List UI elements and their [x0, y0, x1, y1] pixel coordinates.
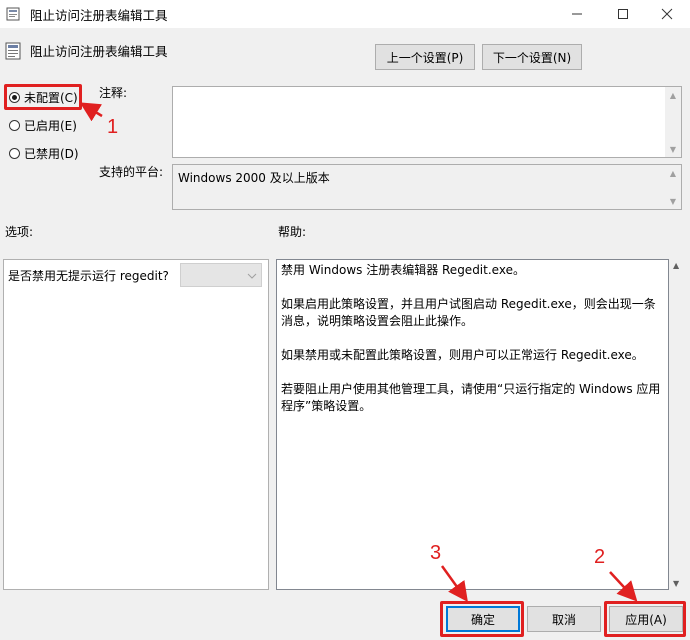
annotation-box-not-configured: [4, 84, 82, 110]
minimize-button[interactable]: [554, 0, 600, 28]
close-icon: [661, 8, 673, 20]
help-scrollbar[interactable]: ▲ ▼: [669, 259, 685, 590]
platform-field: Windows 2000 及以上版本 ▲ ▼: [172, 164, 682, 210]
scroll-down-icon[interactable]: ▼: [665, 141, 681, 157]
policy-icon: [5, 42, 21, 60]
policy-settings-icon: [6, 7, 20, 21]
platform-scrollbar[interactable]: ▲ ▼: [665, 165, 681, 209]
scroll-up-icon[interactable]: ▲: [665, 165, 681, 181]
regedit-dropdown[interactable]: [180, 263, 262, 287]
comment-label: 注释:: [99, 86, 128, 100]
radio-disabled-label: 已禁用(D): [24, 147, 79, 161]
annotation-box-apply: [604, 601, 686, 637]
annotation-number-2: 2: [594, 546, 606, 568]
title-bar: 阻止访问注册表编辑工具: [0, 0, 690, 28]
minimize-icon: [572, 13, 582, 15]
comment-textarea[interactable]: ▲ ▼: [172, 86, 682, 158]
annotation-box-ok: [440, 601, 524, 637]
radio-disabled-circle[interactable]: [9, 148, 20, 159]
maximize-button[interactable]: [600, 0, 646, 28]
policy-title: 阻止访问注册表编辑工具: [30, 44, 168, 59]
maximize-icon: [618, 9, 628, 19]
options-question: 是否禁用无提示运行 regedit?: [8, 269, 169, 283]
options-label: 选项:: [5, 225, 34, 239]
radio-disabled[interactable]: 已禁用(D): [9, 145, 79, 162]
arrow-step1: [79, 102, 103, 122]
scroll-down-icon[interactable]: ▼: [665, 193, 681, 209]
radio-enabled-label: 已启用(E): [24, 119, 77, 133]
previous-setting-button[interactable]: 上一个设置(P): [375, 44, 475, 70]
annotation-number-3: 3: [430, 542, 442, 564]
comment-scrollbar[interactable]: ▲ ▼: [665, 87, 681, 157]
radio-enabled-circle[interactable]: [9, 120, 20, 131]
platform-value: Windows 2000 及以上版本: [178, 171, 330, 185]
options-panel: 是否禁用无提示运行 regedit?: [3, 259, 269, 590]
scroll-up-icon[interactable]: ▲: [673, 261, 679, 270]
scroll-up-icon[interactable]: ▲: [665, 87, 681, 103]
chevron-down-icon: [247, 273, 257, 279]
annotation-number-1: 1: [107, 116, 119, 138]
cancel-button[interactable]: 取消: [527, 606, 601, 632]
window-title: 阻止访问注册表编辑工具: [30, 8, 168, 23]
close-button[interactable]: [644, 0, 690, 28]
help-text: 禁用 Windows 注册表编辑器 Regedit.exe。 如果启用此策略设置…: [281, 263, 661, 413]
next-setting-button[interactable]: 下一个设置(N): [482, 44, 582, 70]
platform-label: 支持的平台:: [99, 165, 164, 179]
help-label: 帮助:: [278, 225, 307, 239]
scroll-down-icon[interactable]: ▼: [673, 579, 679, 588]
help-panel: 禁用 Windows 注册表编辑器 Regedit.exe。 如果启用此策略设置…: [276, 259, 669, 590]
radio-enabled[interactable]: 已启用(E): [9, 117, 77, 134]
